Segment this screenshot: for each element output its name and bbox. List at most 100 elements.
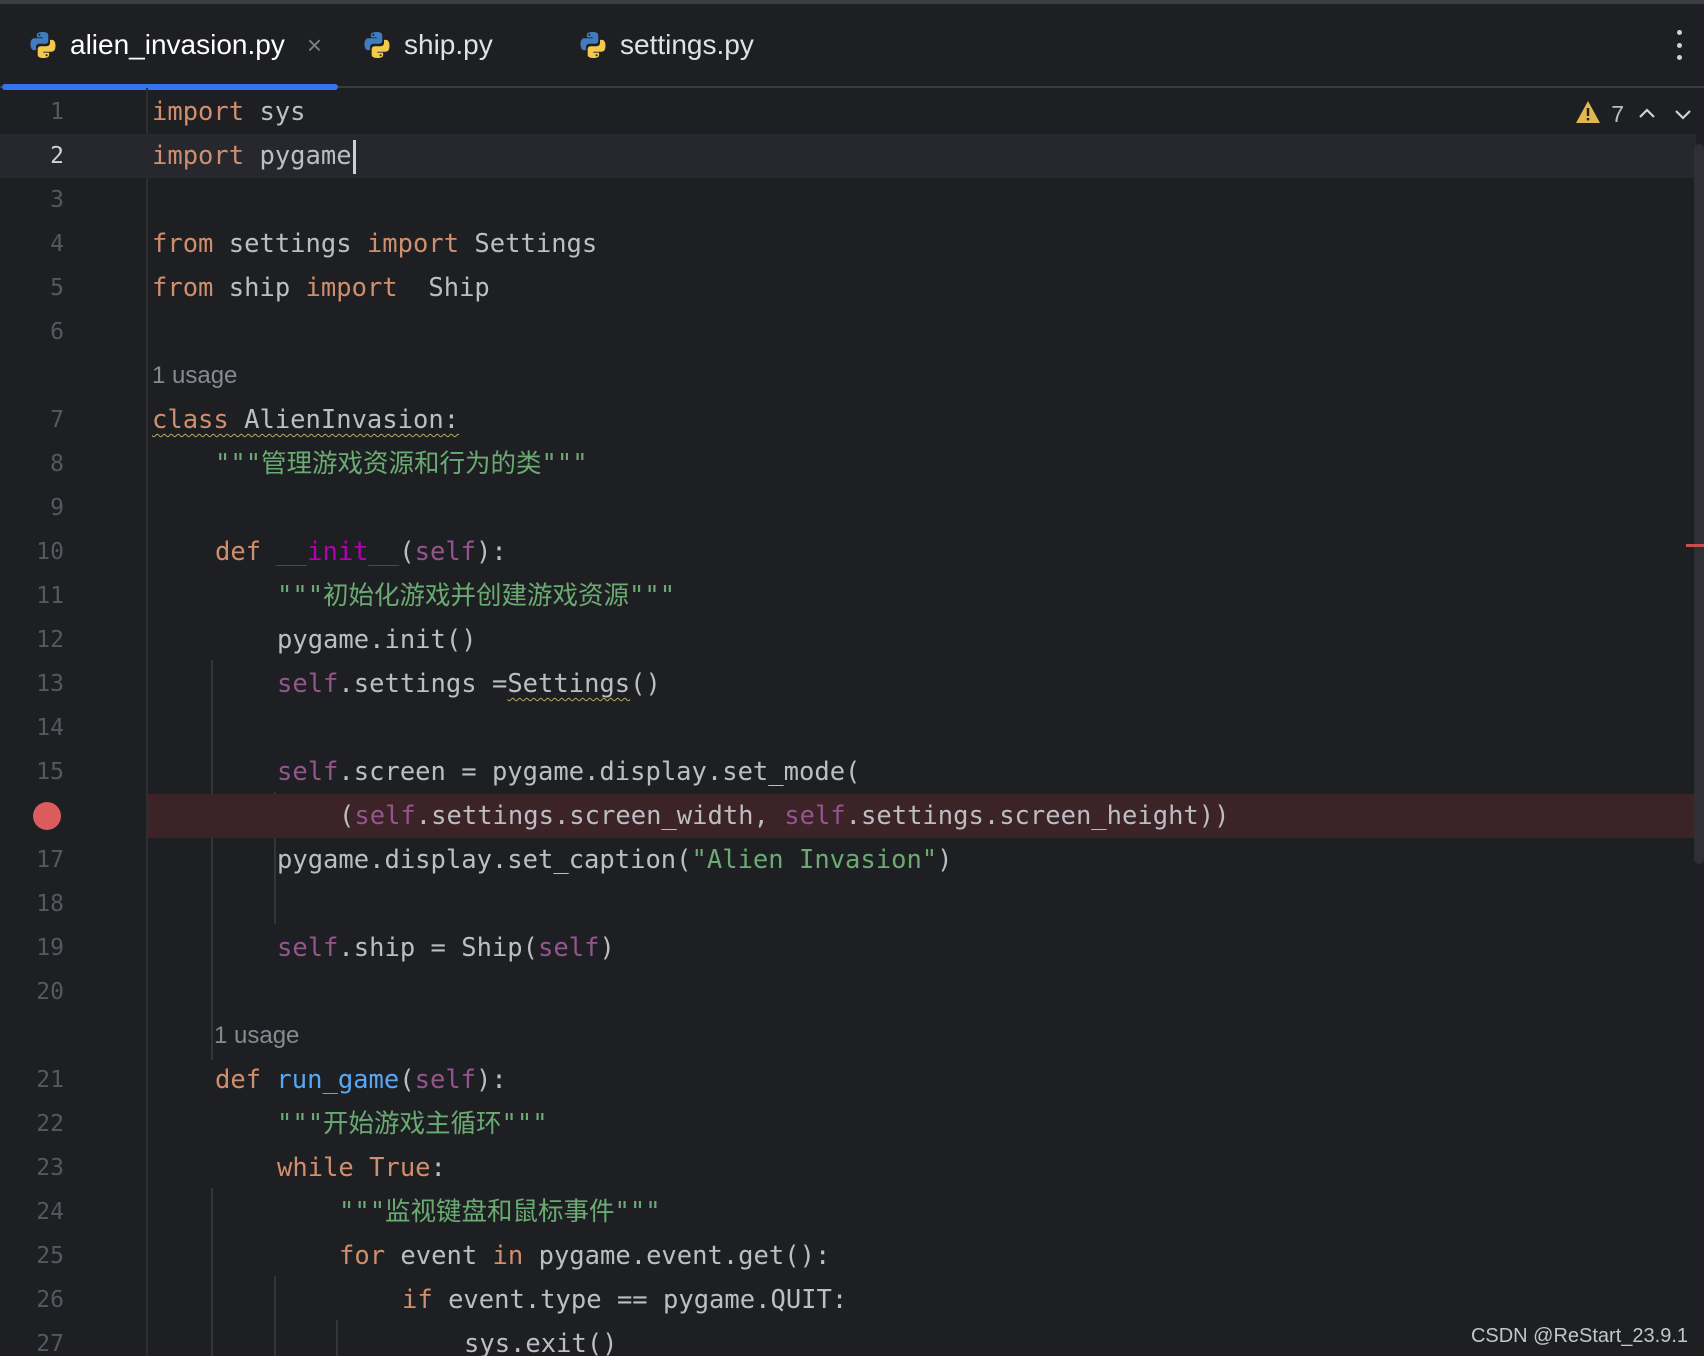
line-number[interactable]: 10 bbox=[0, 530, 64, 574]
code-text: if event.type == pygame.QUIT: bbox=[402, 1285, 848, 1315]
error-stripe-marker[interactable] bbox=[1686, 544, 1704, 547]
line-number[interactable]: 5 bbox=[0, 266, 64, 310]
watermark: CSDN @ReStart_23.9.1 bbox=[1470, 1325, 1688, 1347]
code-line[interactable]: 5 from ship import Ship bbox=[0, 266, 1696, 310]
code-line-breakpoint[interactable]: (self.settings.screen_width, self.settin… bbox=[0, 794, 1696, 838]
code-line-current[interactable]: 2 import pygame bbox=[0, 134, 1696, 178]
code-text: (self.settings.screen_width, self.settin… bbox=[339, 801, 1230, 831]
usage-hint[interactable]: 1 usage bbox=[152, 354, 237, 398]
warning-count: 7 bbox=[1611, 100, 1624, 127]
inlay-hint-row: 1 usage bbox=[0, 354, 1696, 398]
code-editor[interactable]: 1 import sys 2 import pygame 3 4 from se… bbox=[0, 88, 1704, 1356]
code-text: self.settings =Settings() bbox=[277, 669, 661, 699]
tab-label: alien_invasion.py bbox=[70, 29, 285, 60]
line-number[interactable]: 6 bbox=[0, 310, 64, 354]
line-number[interactable]: 23 bbox=[0, 1146, 64, 1190]
line-number[interactable]: 4 bbox=[0, 222, 64, 266]
text-caret bbox=[352, 140, 356, 174]
code-line[interactable]: 27 sys.exit() bbox=[0, 1322, 1696, 1356]
code-line[interactable]: 19 self.ship = Ship(self) bbox=[0, 926, 1696, 970]
line-number[interactable]: 13 bbox=[0, 662, 64, 706]
code-line[interactable]: 20 bbox=[0, 970, 1696, 1014]
line-number[interactable]: 12 bbox=[0, 618, 64, 662]
code-line[interactable]: 25 for event in pygame.event.get(): bbox=[0, 1234, 1696, 1278]
code-text: from settings import Settings bbox=[152, 229, 598, 259]
code-text: pygame.init() bbox=[277, 625, 477, 655]
code-text: pygame.display.set_caption("Alien Invasi… bbox=[277, 845, 953, 875]
vertical-scrollbar[interactable] bbox=[1694, 144, 1704, 864]
line-number[interactable]: 27 bbox=[0, 1322, 64, 1356]
code-line[interactable]: 7 class AlienInvasion: bbox=[0, 398, 1696, 442]
code-text: import pygame bbox=[152, 134, 356, 178]
code-line[interactable]: 21 def run_game(self): bbox=[0, 1058, 1696, 1102]
code-text: from ship import Ship bbox=[152, 273, 490, 303]
code-line[interactable]: 4 from settings import Settings bbox=[0, 222, 1696, 266]
code-text: """开始游戏主循环""" bbox=[277, 1109, 548, 1139]
line-number[interactable]: 3 bbox=[0, 178, 64, 222]
code-line[interactable]: 8 """管理游戏资源和行为的类""" bbox=[0, 442, 1696, 486]
code-line[interactable]: 15 self.screen = pygame.display.set_mode… bbox=[0, 750, 1696, 794]
code-text: """管理游戏资源和行为的类""" bbox=[215, 449, 588, 479]
line-number[interactable]: 8 bbox=[0, 442, 64, 486]
code-text: import sys bbox=[152, 97, 306, 127]
code-text: self.ship = Ship(self) bbox=[277, 933, 615, 963]
tab-settings[interactable]: settings.py bbox=[578, 4, 754, 86]
line-number[interactable]: 7 bbox=[0, 398, 64, 442]
code-line[interactable]: 23 while True: bbox=[0, 1146, 1696, 1190]
code-text: def __init__(self): bbox=[215, 537, 507, 567]
line-number[interactable]: 19 bbox=[0, 926, 64, 970]
line-number[interactable]: 18 bbox=[0, 882, 64, 926]
tab-alien-invasion[interactable]: alien_invasion.py × bbox=[28, 4, 322, 86]
line-number[interactable]: 24 bbox=[0, 1190, 64, 1234]
tab-ship[interactable]: ship.py bbox=[362, 4, 493, 86]
python-icon bbox=[362, 30, 392, 60]
code-line[interactable]: 22 """开始游戏主循环""" bbox=[0, 1102, 1696, 1146]
code-line[interactable]: 11 """初始化游戏并创建游戏资源""" bbox=[0, 574, 1696, 618]
tab-label: ship.py bbox=[404, 29, 493, 60]
code-line[interactable]: 10 def __init__(self): bbox=[0, 530, 1696, 574]
code-text: class AlienInvasion: bbox=[152, 405, 460, 435]
usage-hint[interactable]: 1 usage bbox=[214, 1014, 299, 1058]
line-number[interactable]: 21 bbox=[0, 1058, 64, 1102]
code-line[interactable]: 18 bbox=[0, 882, 1696, 926]
code-line[interactable]: 12 pygame.init() bbox=[0, 618, 1696, 662]
tab-label: settings.py bbox=[620, 29, 754, 60]
more-options-icon[interactable] bbox=[1674, 30, 1684, 60]
warning-triangle-icon bbox=[1575, 100, 1601, 129]
code-text: while True: bbox=[277, 1153, 446, 1183]
code-line[interactable]: 6 bbox=[0, 310, 1696, 354]
code-line[interactable]: 9 bbox=[0, 486, 1696, 530]
line-number[interactable]: 22 bbox=[0, 1102, 64, 1146]
code-line[interactable]: 1 import sys bbox=[0, 90, 1696, 134]
line-number[interactable]: 2 bbox=[0, 134, 64, 178]
line-number[interactable]: 17 bbox=[0, 838, 64, 882]
code-text: sys.exit() bbox=[464, 1329, 618, 1356]
tab-close-icon[interactable]: × bbox=[307, 30, 322, 61]
code-text: """监视键盘和鼠标事件""" bbox=[339, 1197, 661, 1227]
line-number[interactable]: 9 bbox=[0, 486, 64, 530]
code-line[interactable]: 13 self.settings =Settings() bbox=[0, 662, 1696, 706]
code-text: for event in pygame.event.get(): bbox=[339, 1241, 831, 1271]
line-number[interactable]: 25 bbox=[0, 1234, 64, 1278]
previous-highlight-icon[interactable] bbox=[1634, 101, 1660, 127]
breakpoint-icon[interactable] bbox=[33, 802, 61, 830]
code-text: self.screen = pygame.display.set_mode( bbox=[277, 757, 861, 787]
line-number[interactable]: 11 bbox=[0, 574, 64, 618]
line-number[interactable]: 1 bbox=[0, 90, 64, 134]
python-icon bbox=[578, 30, 608, 60]
code-text: """初始化游戏并创建游戏资源""" bbox=[277, 581, 676, 611]
inspections-widget[interactable]: 7 bbox=[1565, 94, 1696, 134]
inlay-hint-row: 1 usage bbox=[0, 1014, 1696, 1058]
next-highlight-icon[interactable] bbox=[1670, 101, 1696, 127]
line-number[interactable]: 15 bbox=[0, 750, 64, 794]
code-line[interactable]: 14 bbox=[0, 706, 1696, 750]
code-line[interactable]: 3 bbox=[0, 178, 1696, 222]
editor-tab-bar: alien_invasion.py × ship.py settings.py bbox=[0, 4, 1704, 90]
code-line[interactable]: 17 pygame.display.set_caption("Alien Inv… bbox=[0, 838, 1696, 882]
code-text: def run_game(self): bbox=[215, 1065, 507, 1095]
code-line[interactable]: 24 """监视键盘和鼠标事件""" bbox=[0, 1190, 1696, 1234]
line-number[interactable]: 14 bbox=[0, 706, 64, 750]
code-line[interactable]: 26 if event.type == pygame.QUIT: bbox=[0, 1278, 1696, 1322]
line-number[interactable]: 26 bbox=[0, 1278, 64, 1322]
line-number[interactable]: 20 bbox=[0, 970, 64, 1014]
